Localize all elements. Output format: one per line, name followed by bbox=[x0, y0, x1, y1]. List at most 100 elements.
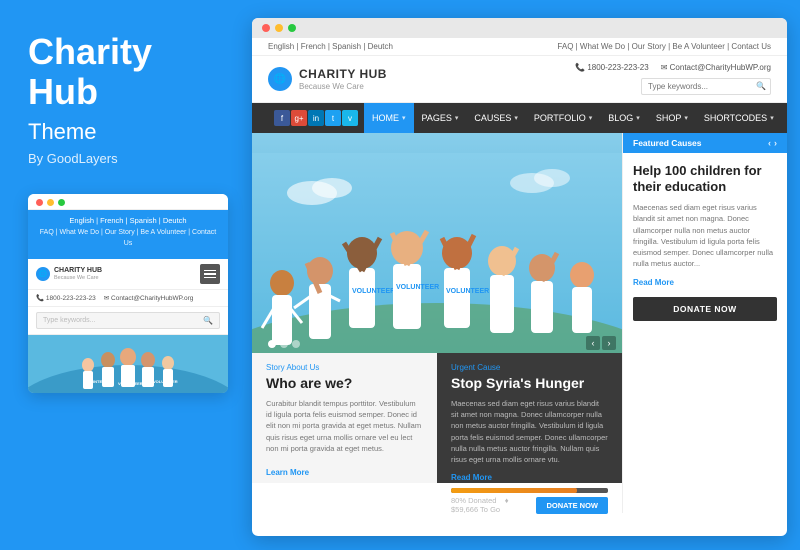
mobile-logo-text: CHARITY HUB bbox=[54, 267, 102, 275]
featured-causes-prev[interactable]: ‹ bbox=[768, 138, 771, 148]
hero-navigation-dots bbox=[268, 340, 300, 348]
urgent-read-more-link[interactable]: Read More bbox=[451, 473, 492, 482]
nav-portfolio[interactable]: PORTFOLIO ▾ bbox=[526, 103, 600, 133]
hero-dot-3[interactable] bbox=[292, 340, 300, 348]
mobile-logo-tagline: Because We Care bbox=[54, 275, 102, 281]
nav-portfolio-caret: ▾ bbox=[589, 114, 593, 122]
hero-dot-1[interactable] bbox=[268, 340, 276, 348]
nav-shop-caret: ▾ bbox=[684, 114, 688, 122]
progress-meta: 80% Donated ♦ $59,666 To Go DONATE NOW bbox=[451, 496, 608, 514]
browser-dot-red bbox=[262, 24, 270, 32]
site-header: 🌐 CHARITY HUB Because We Care 📞 1800-223… bbox=[252, 56, 787, 103]
featured-causes-arrows: ‹ › bbox=[768, 138, 777, 148]
nav-causes[interactable]: CAUSES ▾ bbox=[466, 103, 526, 133]
mobile-search-placeholder: Type keywords... bbox=[43, 317, 96, 324]
mobile-search-row: Type keywords... 🔍 bbox=[28, 307, 228, 335]
mobile-dot-red bbox=[36, 199, 43, 206]
urgent-donate-button[interactable]: DONATE NOW bbox=[536, 497, 608, 514]
fc-title: Help 100 children for their education bbox=[633, 163, 777, 194]
nav-bar: f g+ in t v HOME ▾ PAGES ▾ CAUSES ▾ PORT… bbox=[252, 103, 787, 133]
mobile-email: ✉ Contact@CharityHubWP.org bbox=[104, 294, 194, 302]
progress-bar-fill bbox=[451, 488, 577, 493]
site-logo-icon: 🌐 bbox=[268, 67, 292, 91]
story-read-more-link[interactable]: Learn More bbox=[266, 468, 309, 477]
svg-text:VOLUNTEER: VOLUNTEER bbox=[153, 379, 178, 384]
nav-causes-caret: ▾ bbox=[514, 114, 518, 122]
featured-causes-label: Featured Causes bbox=[633, 138, 702, 148]
urgent-section: Urgent Cause Stop Syria's Hunger Maecena… bbox=[437, 353, 622, 483]
mobile-hamburger-button[interactable] bbox=[200, 264, 220, 285]
progress-label: 80% Donated ♦ $59,666 To Go bbox=[451, 496, 536, 514]
browser-mockup: English | French | Spanish | Deutch FAQ … bbox=[252, 18, 787, 536]
story-label: Story About Us bbox=[266, 363, 423, 372]
fc-read-more-link[interactable]: Read More bbox=[633, 278, 777, 287]
social-icons-bar: f g+ in t v bbox=[268, 110, 364, 126]
hero-arrows: ‹ › bbox=[586, 336, 616, 350]
mobile-search-box[interactable]: Type keywords... 🔍 bbox=[36, 312, 220, 329]
nav-pages-caret: ▾ bbox=[455, 114, 459, 122]
mobile-logo-icon: 🌐 bbox=[36, 267, 50, 281]
site-phone: 📞 1800-223-223-23 bbox=[575, 63, 649, 72]
urgent-label: Urgent Cause bbox=[451, 363, 608, 372]
hero-dot-2[interactable] bbox=[280, 340, 288, 348]
mobile-contact-row: 📞 1800-223-223-23 ✉ Contact@CharityHubWP… bbox=[28, 290, 228, 307]
right-sidebar: Featured Causes ‹ › Help 100 children fo… bbox=[622, 133, 787, 513]
site-logo-tagline: Because We Care bbox=[299, 82, 387, 91]
nav-home[interactable]: HOME ▾ bbox=[364, 103, 414, 133]
main-content: VOLUNTEER VOLUNTEER VOLUNT bbox=[252, 133, 787, 513]
svg-text:VOLUNTEER: VOLUNTEER bbox=[118, 381, 143, 386]
site-top-bar-right: FAQ | What We Do | Our Story | Be A Volu… bbox=[557, 42, 771, 51]
linkedin-icon[interactable]: in bbox=[308, 110, 324, 126]
fc-donate-button[interactable]: DONATE NOW bbox=[633, 297, 777, 321]
site-contact-info: 📞 1800-223-223-23 ✉ Contact@CharityHubWP… bbox=[575, 63, 771, 72]
nav-blog[interactable]: BLOG ▾ bbox=[600, 103, 648, 133]
twitter-icon[interactable]: t bbox=[325, 110, 341, 126]
browser-dot-green bbox=[288, 24, 296, 32]
site-search-input[interactable] bbox=[641, 78, 771, 95]
google-plus-icon[interactable]: g+ bbox=[291, 110, 307, 126]
browser-dot-yellow bbox=[275, 24, 283, 32]
site-email: ✉ Contact@CharityHubWP.org bbox=[661, 63, 771, 72]
facebook-icon[interactable]: f bbox=[274, 110, 290, 126]
bottom-sections: Story About Us Who are we? Curabitur bla… bbox=[252, 353, 622, 483]
mobile-top-nav: English | French | Spanish | Deutch FAQ … bbox=[28, 210, 228, 258]
mobile-search-icon[interactable]: 🔍 bbox=[203, 316, 213, 325]
site-search-icon[interactable]: 🔍 bbox=[756, 81, 766, 90]
nav-pages[interactable]: PAGES ▾ bbox=[414, 103, 467, 133]
site-top-bar-left: English | French | Spanish | Deutch bbox=[268, 42, 393, 51]
fc-body: Maecenas sed diam eget risus varius blan… bbox=[633, 202, 777, 270]
urgent-title: Stop Syria's Hunger bbox=[451, 375, 608, 392]
browser-chrome bbox=[252, 18, 787, 38]
featured-cause-content: Help 100 children for their education Ma… bbox=[623, 153, 787, 329]
story-body: Curabitur blandit tempus porttitor. Vest… bbox=[266, 398, 423, 454]
mobile-phone: 📞 1800-223-223-23 bbox=[36, 294, 96, 302]
mobile-dot-yellow bbox=[47, 199, 54, 206]
vimeo-icon[interactable]: v bbox=[342, 110, 358, 126]
mobile-top-bar bbox=[28, 194, 228, 210]
mobile-dot-green bbox=[58, 199, 65, 206]
mobile-logo-area: 🌐 CHARITY HUB Because We Care bbox=[36, 267, 102, 281]
nav-home-caret: ▾ bbox=[402, 114, 406, 122]
hero-prev-button[interactable]: ‹ bbox=[586, 336, 600, 350]
svg-text:VOLUNTEER: VOLUNTEER bbox=[446, 288, 489, 295]
story-title: Who are we? bbox=[266, 375, 423, 392]
hero-image: VOLUNTEER VOLUNTEER VOLUNT bbox=[252, 133, 622, 353]
brand-title: Charity Hub bbox=[28, 32, 217, 111]
hero-people-svg: VOLUNTEER VOLUNTEER VOLUNT bbox=[252, 153, 622, 353]
nav-shop[interactable]: SHOP ▾ bbox=[648, 103, 696, 133]
site-logo-text: CHARITY HUB bbox=[299, 67, 387, 81]
featured-causes-next[interactable]: › bbox=[774, 138, 777, 148]
nav-shortcodes-caret: ▾ bbox=[770, 114, 774, 122]
hero-next-button[interactable]: › bbox=[602, 336, 616, 350]
nav-blog-caret: ▾ bbox=[636, 114, 640, 122]
svg-text:VOLUNTEER: VOLUNTEER bbox=[396, 284, 439, 291]
nav-shortcodes[interactable]: SHORTCODES ▾ bbox=[696, 103, 782, 133]
svg-text:VOLUNTEER: VOLUNTEER bbox=[83, 379, 108, 384]
svg-text:VOLUNTEER: VOLUNTEER bbox=[352, 288, 395, 295]
site-header-right: 📞 1800-223-223-23 ✉ Contact@CharityHubWP… bbox=[575, 63, 771, 95]
brand-by: By GoodLayers bbox=[28, 151, 217, 166]
mobile-mockup: English | French | Spanish | Deutch FAQ … bbox=[28, 194, 228, 393]
brand-subtitle: Theme bbox=[28, 119, 217, 145]
mobile-hero-image: VOLUNTEER VOLUNTEER VOLUNTEER bbox=[28, 335, 228, 393]
content-area: VOLUNTEER VOLUNTEER VOLUNT bbox=[252, 133, 622, 513]
